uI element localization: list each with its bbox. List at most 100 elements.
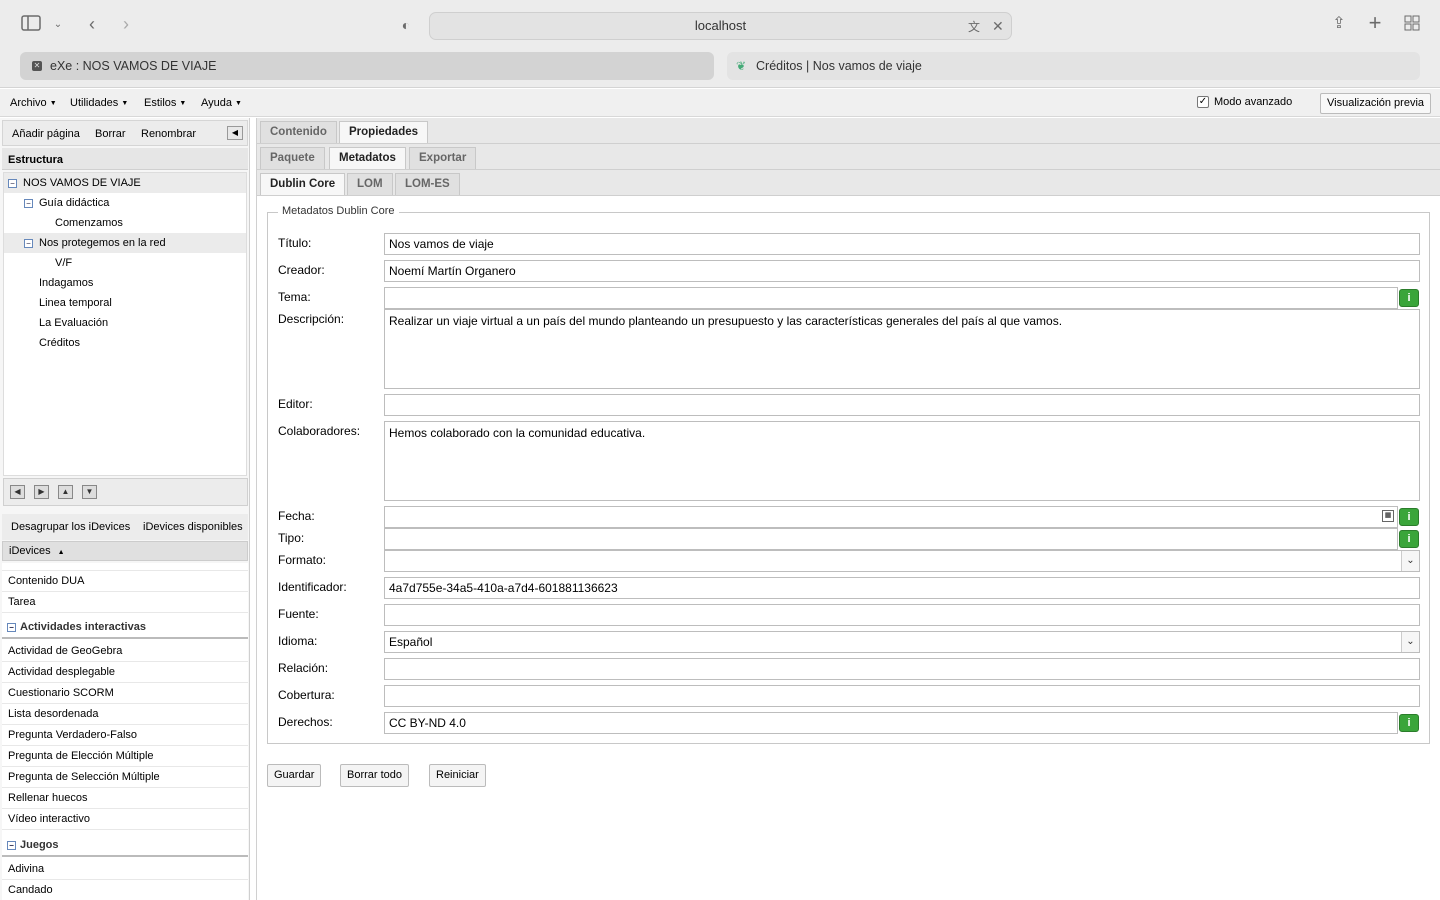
tree-node-creditos[interactable]: Créditos (4, 333, 246, 353)
new-tab-icon[interactable]: + (1366, 12, 1384, 34)
rename-page-button[interactable]: Renombrar (141, 128, 196, 140)
fecha-field[interactable]: ▦ (384, 506, 1398, 528)
tree-node-comenzamos[interactable]: Comenzamos (4, 213, 246, 233)
tipo-field[interactable] (384, 528, 1398, 550)
browser-tab-exe[interactable]: ✕ eXe : NOS VAMOS DE VIAJE (20, 52, 714, 80)
close-icon[interactable]: ✕ (992, 16, 1004, 36)
idevices-heading[interactable]: iDevices ▲ (2, 541, 248, 561)
idevice-item[interactable]: Rellenar huecos (2, 788, 248, 809)
clear-all-button[interactable]: Borrar todo (340, 764, 410, 787)
tab-contenido[interactable]: Contenido (260, 121, 337, 143)
back-icon[interactable]: ‹ (82, 14, 102, 34)
preview-button[interactable]: Visualización previa (1320, 93, 1432, 114)
formato-select[interactable]: ⌄ (384, 550, 1420, 572)
address-bar[interactable]: localhost 文 ✕ (429, 12, 1012, 40)
idevice-item[interactable]: Pregunta de Elección Múltiple (2, 746, 248, 767)
colaboradores-textarea[interactable]: Hemos colaborado con la comunidad educat… (384, 421, 1420, 501)
share-icon[interactable]: ⇪ (1330, 14, 1348, 34)
menu-ayuda[interactable]: Ayuda ▼ (201, 97, 242, 109)
main-panel: Contenido Propiedades Paquete Metadatos … (256, 118, 1440, 900)
descripcion-textarea[interactable]: Realizar un viaje virtual a un país del … (384, 309, 1420, 389)
caret-icon: ▼ (121, 100, 129, 107)
forward-icon[interactable]: › (116, 14, 136, 34)
available-idevices-button[interactable]: iDevices disponibles (143, 521, 243, 533)
collapse-icon[interactable]: − (24, 199, 33, 208)
idevice-item[interactable]: Lista desordenada (2, 704, 248, 725)
tree-node-protegemos[interactable]: − Nos protegemos en la red (4, 233, 246, 253)
collapse-icon[interactable]: − (24, 239, 33, 248)
save-button[interactable]: Guardar (267, 764, 322, 787)
promote-left-icon[interactable]: ◀ (10, 485, 25, 499)
idevice-item[interactable]: Tarea (2, 592, 248, 613)
titulo-field[interactable]: Nos vamos de viaje (384, 233, 1420, 255)
tree-node-vf[interactable]: V/F (4, 253, 246, 273)
tab-propiedades[interactable]: Propiedades (339, 121, 429, 143)
category-games[interactable]: − Juegos (2, 835, 248, 857)
browser-tab-creditos[interactable]: ❦ Créditos | Nos vamos de viaje (727, 52, 1420, 80)
tree-node-evaluacion[interactable]: La Evaluación (4, 313, 246, 333)
idevice-item[interactable]: Contenido DUA (2, 571, 248, 592)
move-down-icon[interactable]: ▼ (82, 485, 97, 499)
sidebar-toggle-icon[interactable] (20, 15, 42, 33)
add-page-button[interactable]: Añadir página (12, 128, 80, 140)
tema-field[interactable] (384, 287, 1398, 309)
info-icon[interactable]: i (1399, 289, 1419, 307)
identificador-field[interactable]: 4a7d755e-34a5-410a-a7d4-601881136623 (384, 577, 1420, 599)
idioma-select[interactable]: Español ⌄ (384, 631, 1420, 653)
tree-node-indagamos[interactable]: Indagamos (4, 273, 246, 293)
idevice-item[interactable]: Actividad de GeoGebra (2, 641, 248, 662)
tree-node-guia[interactable]: − Guía didáctica (4, 193, 246, 213)
derechos-field[interactable]: CC BY-ND 4.0 (384, 712, 1398, 734)
tab-dublin-core[interactable]: Dublin Core (260, 173, 346, 195)
reset-button[interactable]: Reiniciar (429, 764, 486, 787)
chevron-down-icon[interactable]: ⌄ (1401, 632, 1419, 652)
collapse-icon[interactable]: − (7, 623, 16, 632)
menu-estilos[interactable]: Estilos ▼ (144, 97, 186, 109)
idevice-item[interactable]: Vídeo interactivo (2, 809, 248, 830)
demote-right-icon[interactable]: ▶ (34, 485, 49, 499)
info-icon[interactable]: i (1399, 714, 1419, 732)
advanced-mode-toggle[interactable]: ✓ Modo avanzado (1197, 96, 1292, 108)
tab-overview-icon[interactable] (1403, 15, 1421, 35)
calendar-icon[interactable]: ▦ (1382, 510, 1394, 522)
tree-node-linea[interactable]: Linea temporal (4, 293, 246, 313)
collapse-icon[interactable]: − (8, 179, 17, 188)
relacion-field[interactable] (384, 658, 1420, 680)
caret-icon: ▼ (49, 100, 57, 107)
idevice-item[interactable]: Pregunta de Selección Múltiple (2, 767, 248, 788)
move-up-icon[interactable]: ▲ (58, 485, 73, 499)
idevice-item[interactable]: Pregunta Verdadero-Falso (2, 725, 248, 746)
chevron-down-icon[interactable]: ⌄ (1401, 551, 1419, 571)
checkbox-checked-icon[interactable]: ✓ (1197, 96, 1209, 108)
tab-lom-es[interactable]: LOM-ES (395, 173, 460, 195)
category-interactive[interactable]: − Actividades interactivas (2, 617, 248, 639)
editor-field[interactable] (384, 394, 1420, 416)
tree-move-toolbar: ◀ ▶ ▲ ▼ (3, 478, 248, 506)
idevice-item[interactable]: Cuestionario SCORM (2, 683, 248, 704)
translate-icon[interactable]: 文 (968, 17, 980, 37)
fecha-label: Fecha: (278, 509, 315, 523)
collapse-icon[interactable]: − (7, 841, 16, 850)
fuente-field[interactable] (384, 604, 1420, 626)
chevron-down-icon[interactable]: ⌄ (52, 15, 64, 35)
menu-archivo[interactable]: Archivo ▼ (10, 97, 57, 109)
cobertura-field[interactable] (384, 685, 1420, 707)
tree-node-root[interactable]: − NOS VAMOS DE VIAJE (4, 173, 246, 193)
creador-field[interactable]: Noemí Martín Organero (384, 260, 1420, 282)
idevice-item[interactable]: Actividad desplegable (2, 662, 248, 683)
idevice-item[interactable]: Adivina (2, 859, 248, 880)
close-tab-icon[interactable]: ✕ (32, 61, 42, 71)
delete-page-button[interactable]: Borrar (95, 128, 126, 140)
tab-paquete[interactable]: Paquete (260, 147, 325, 169)
tree-node-label: Guía didáctica (39, 197, 110, 209)
info-icon[interactable]: i (1399, 508, 1419, 526)
idevice-item[interactable]: Texto (2, 563, 248, 571)
tab-lom[interactable]: LOM (347, 173, 393, 195)
ungroup-idevices-button[interactable]: Desagrupar los iDevices (11, 521, 130, 533)
info-icon[interactable]: i (1399, 530, 1419, 548)
tab-metadatos[interactable]: Metadatos (329, 147, 406, 169)
tab-exportar[interactable]: Exportar (409, 147, 477, 169)
idevice-item[interactable]: Candado (2, 880, 248, 900)
menu-utilidades[interactable]: Utilidades ▼ (70, 97, 128, 109)
collapse-panel-icon[interactable]: ◀ (227, 126, 243, 140)
